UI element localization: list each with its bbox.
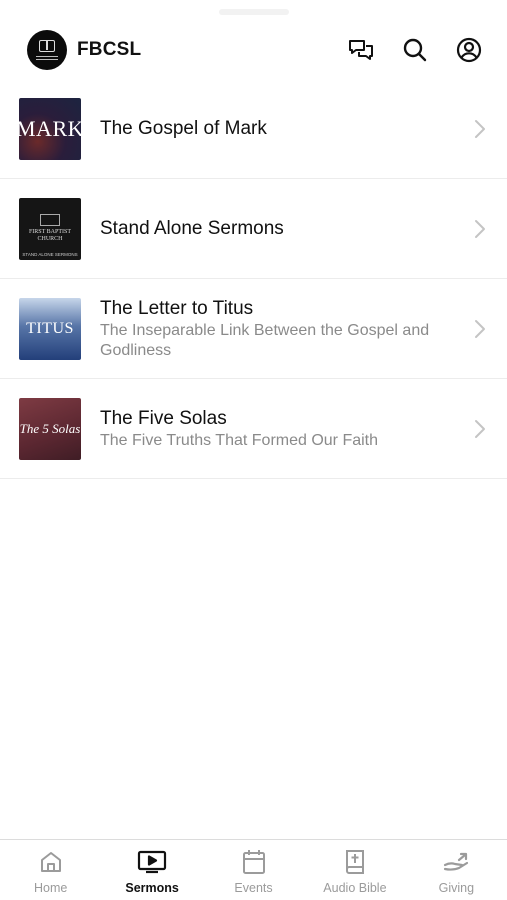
tab-label: Home bbox=[34, 881, 68, 895]
thumbnail-text: TITUS bbox=[26, 319, 74, 337]
tab-label: Audio Bible bbox=[323, 881, 387, 895]
tab-audio-bible[interactable]: Audio Bible bbox=[304, 840, 405, 900]
tab-giving[interactable]: Giving bbox=[406, 840, 507, 900]
tab-events[interactable]: Events bbox=[203, 840, 304, 900]
chevron-right-icon bbox=[475, 319, 485, 338]
series-title: Stand Alone Sermons bbox=[100, 218, 284, 239]
series-subtitle: The Five Truths That Formed Our Faith bbox=[100, 431, 379, 449]
series-title: The Gospel of Mark bbox=[100, 118, 267, 139]
calendar-icon bbox=[239, 849, 269, 875]
profile-icon[interactable] bbox=[455, 36, 483, 64]
play-icon bbox=[137, 849, 167, 875]
thumbnail-text: MARK bbox=[19, 115, 81, 141]
chevron-right-icon bbox=[475, 419, 485, 438]
series-row-titus[interactable]: TITUS The Letter to Titus The Inseparabl… bbox=[0, 279, 507, 379]
home-icon bbox=[36, 849, 66, 875]
sermon-series-list: MARK The Gospel of Mark FIRST BAPTIST CH… bbox=[0, 79, 507, 479]
search-icon[interactable] bbox=[401, 36, 429, 64]
series-title: The Five Solas bbox=[100, 407, 227, 429]
header-actions bbox=[347, 36, 483, 64]
series-row-mark[interactable]: MARK The Gospel of Mark bbox=[0, 79, 507, 179]
tab-label: Giving bbox=[438, 881, 475, 895]
series-thumbnail: FIRST BAPTIST CHURCH STAND ALONE SERMONS bbox=[19, 197, 81, 260]
giving-hand-icon bbox=[441, 849, 471, 875]
chevron-right-icon bbox=[475, 119, 485, 138]
tab-label: Events bbox=[234, 881, 273, 895]
tab-home[interactable]: Home bbox=[0, 840, 101, 900]
series-row-five-solas[interactable]: The 5 Solas The Five Solas The Five Trut… bbox=[0, 379, 507, 479]
series-thumbnail: TITUS bbox=[19, 297, 81, 360]
thumbnail-text: FIRST BAPTIST CHURCH bbox=[28, 229, 72, 242]
bottom-tab-bar: Home Sermons Events Audio Bible Giving bbox=[0, 839, 507, 900]
series-row-stand-alone[interactable]: FIRST BAPTIST CHURCH STAND ALONE SERMONS… bbox=[0, 179, 507, 279]
app-title: FBCSL bbox=[77, 39, 142, 60]
tab-label: Sermons bbox=[125, 881, 179, 895]
church-logo bbox=[27, 30, 67, 70]
chevron-right-icon bbox=[475, 219, 485, 238]
series-thumbnail: The 5 Solas bbox=[19, 397, 81, 460]
thumbnail-strip-text: STAND ALONE SERMONS bbox=[22, 251, 78, 257]
bible-icon bbox=[340, 849, 370, 875]
thumbnail-text: The 5 Solas bbox=[19, 420, 81, 436]
series-title: The Letter to Titus bbox=[100, 297, 254, 319]
tab-sermons[interactable]: Sermons bbox=[101, 840, 202, 900]
series-thumbnail: MARK bbox=[19, 97, 81, 160]
chat-icon[interactable] bbox=[347, 36, 375, 64]
series-subtitle: The Inseparable Link Between the Gospel … bbox=[100, 321, 430, 359]
